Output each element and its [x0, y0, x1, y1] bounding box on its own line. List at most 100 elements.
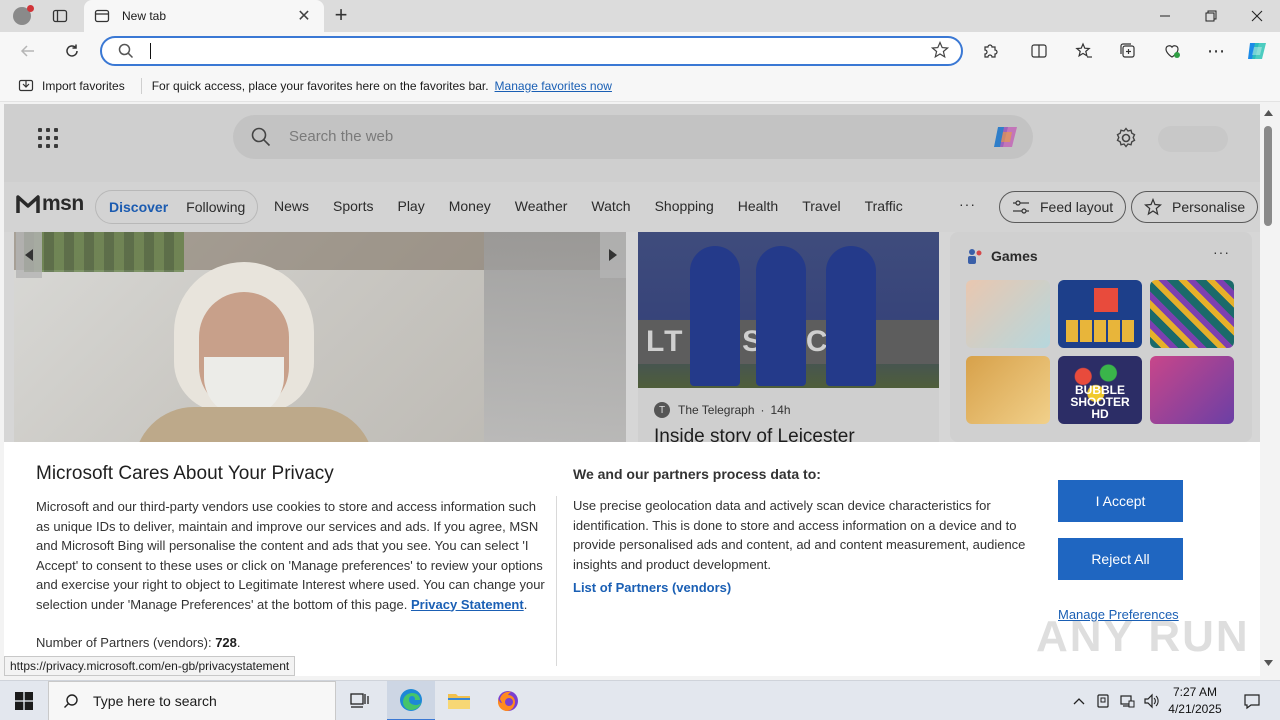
carousel-prev-button[interactable] [16, 232, 42, 278]
games-icon [968, 249, 982, 264]
tray-volume-icon[interactable] [1140, 681, 1162, 720]
minimize-button[interactable] [1142, 0, 1188, 32]
more-categories-button[interactable]: ··· [959, 196, 976, 212]
app-launcher-icon[interactable] [38, 128, 58, 148]
split-screen-button[interactable] [1025, 37, 1053, 65]
news-source-name: The Telegraph [678, 403, 755, 417]
nav-link-travel[interactable]: Travel [802, 198, 840, 214]
anyrun-watermark: ANY RUN [1036, 612, 1250, 661]
text-caret [150, 43, 151, 59]
start-button[interactable] [0, 681, 48, 720]
sliders-icon [1013, 200, 1029, 214]
favorites-star-list-icon [1075, 42, 1092, 58]
reject-all-button[interactable]: Reject All [1058, 538, 1183, 580]
privacy-body: Microsoft and our third-party vendors us… [36, 497, 546, 614]
puzzle-icon [984, 44, 998, 58]
nav-link-weather[interactable]: Weather [515, 198, 568, 214]
web-search-box[interactable]: Search the web [233, 115, 1033, 159]
browser-essentials-button[interactable] [1158, 37, 1186, 65]
extensions-button[interactable] [977, 37, 1005, 65]
pill-following[interactable]: Following [177, 199, 254, 215]
game-tile-5[interactable]: BUBBLE SHOOTER HD [1058, 356, 1142, 424]
news-card[interactable]: LT POSTAC T The Telegraph · 14h Inside s… [638, 232, 939, 442]
address-input[interactable] [154, 40, 914, 62]
new-tab-button[interactable]: + [328, 4, 354, 28]
split-screen-icon [1031, 44, 1047, 58]
game-tile-4[interactable] [966, 356, 1050, 424]
news-age: 14h [770, 403, 791, 417]
hero-image-plant [24, 232, 184, 272]
tray-network-icon[interactable] [1116, 681, 1138, 720]
speaker-icon [1144, 693, 1159, 709]
close-window-button[interactable] [1234, 0, 1280, 32]
settings-menu-button[interactable]: ⋯ [1202, 37, 1230, 65]
nav-link-play[interactable]: Play [397, 198, 424, 214]
copilot-icon[interactable] [991, 123, 1021, 151]
vertical-scrollbar[interactable] [1260, 104, 1280, 676]
scroll-up-icon[interactable] [1264, 110, 1273, 116]
manage-favorites-link[interactable]: Manage favorites now [495, 79, 612, 93]
carousel-next-button[interactable] [600, 232, 626, 278]
favorite-star-icon[interactable] [931, 41, 949, 59]
back-button[interactable] [14, 37, 42, 65]
nav-link-health[interactable]: Health [738, 198, 778, 214]
nav-link-watch[interactable]: Watch [591, 198, 630, 214]
pill-discover[interactable]: Discover [100, 199, 177, 215]
nav-link-traffic[interactable]: Traffic [865, 198, 903, 214]
msn-logo[interactable]: msn [16, 192, 84, 216]
task-view-button[interactable] [336, 681, 384, 720]
gear-icon [1116, 127, 1136, 148]
taskbar-clock[interactable]: 7:27 AM 4/21/2025 [1160, 684, 1230, 718]
restore-icon [1205, 10, 1217, 22]
copilot-icon [1248, 43, 1266, 59]
task-view-icon [350, 693, 369, 708]
sign-in-button[interactable] [1158, 126, 1228, 152]
game-tile-6[interactable] [1150, 356, 1234, 424]
category-links: News Sports Play Money Weather Watch Sho… [274, 198, 927, 214]
copilot-button[interactable] [1244, 39, 1270, 63]
import-favorites-button[interactable]: Import favorites [12, 74, 131, 98]
news-headline[interactable]: Inside story of Leicester [654, 426, 855, 442]
accept-button[interactable]: I Accept [1058, 480, 1183, 522]
page-settings-button[interactable] [1114, 126, 1138, 150]
sparkle-edit-icon [1144, 198, 1162, 216]
personalise-button[interactable]: Personalise [1131, 191, 1259, 223]
game-tile-1[interactable] [966, 280, 1050, 348]
address-bar[interactable] [100, 36, 963, 66]
nav-link-money[interactable]: Money [449, 198, 491, 214]
privacy-statement-link[interactable]: Privacy Statement [411, 597, 524, 612]
taskbar-edge[interactable] [387, 681, 435, 720]
nav-link-sports[interactable]: Sports [333, 198, 373, 214]
nav-link-news[interactable]: News [274, 198, 309, 214]
collections-button[interactable] [1114, 37, 1142, 65]
restore-button[interactable] [1188, 0, 1234, 32]
chevron-up-icon [1073, 698, 1085, 705]
tab-new-tab[interactable]: New tab ✕ [84, 0, 324, 32]
feed-layout-button[interactable]: Feed layout [999, 191, 1127, 223]
clock-date: 4/21/2025 [1168, 702, 1222, 716]
favorites-divider [140, 77, 142, 94]
tray-device-icon[interactable] [1092, 681, 1114, 720]
taskbar-search-box[interactable]: Type here to search [48, 681, 336, 720]
hero-carousel[interactable] [14, 232, 626, 442]
show-hidden-icons-button[interactable] [1068, 681, 1090, 720]
refresh-button[interactable] [58, 37, 86, 65]
partners-list-link[interactable]: List of Partners (vendors) [573, 580, 731, 595]
personalise-label: Personalise [1172, 199, 1246, 215]
games-more-button[interactable]: ··· [1213, 244, 1230, 260]
game-tile-3[interactable] [1150, 280, 1234, 348]
news-image-player [826, 246, 876, 386]
taskbar-firefox[interactable] [484, 681, 532, 720]
new-tab-page-icon [94, 8, 110, 24]
scroll-down-icon[interactable] [1264, 660, 1273, 666]
profile-button[interactable] [8, 4, 36, 28]
close-tab-icon[interactable]: ✕ [294, 6, 314, 26]
favorites-button[interactable] [1070, 37, 1098, 65]
taskbar-file-explorer[interactable] [435, 681, 483, 720]
nav-link-shopping[interactable]: Shopping [655, 198, 714, 214]
game-tile-2[interactable] [1058, 280, 1142, 348]
privacy-title: Microsoft Cares About Your Privacy [36, 463, 334, 484]
tab-actions-button[interactable] [46, 4, 74, 28]
action-center-button[interactable] [1232, 681, 1272, 720]
scrollbar-thumb[interactable] [1264, 126, 1272, 226]
